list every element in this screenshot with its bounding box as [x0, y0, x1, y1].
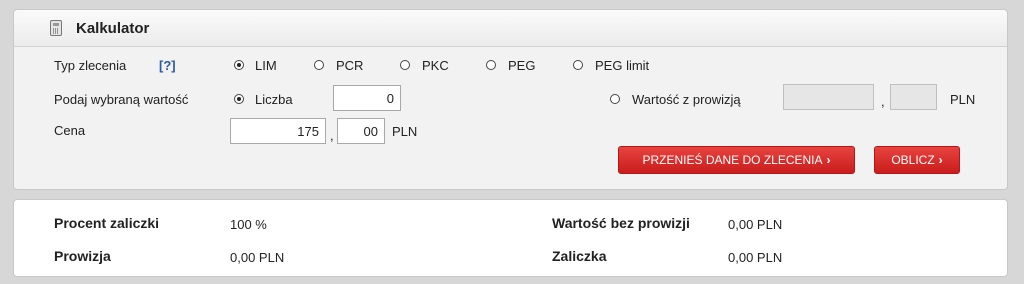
advance-value: 0,00 PLN — [728, 250, 783, 265]
chevron-right-icon: › — [938, 153, 943, 167]
radio-commission-value-label[interactable]: Wartość z prowizją — [632, 92, 741, 107]
commission-separator: , — [881, 94, 885, 109]
radio-commission-value[interactable] — [610, 94, 620, 104]
value-without-commission-value: 0,00 PLN — [728, 217, 783, 232]
advance-percent-label: Procent zaliczki — [54, 215, 160, 231]
radio-order-peg[interactable] — [486, 60, 496, 70]
radio-order-lim[interactable] — [234, 60, 244, 70]
price-int-input[interactable] — [230, 118, 326, 144]
value-label: Podaj wybraną wartość — [54, 92, 189, 107]
radio-order-pcr[interactable] — [314, 60, 324, 70]
price-label: Cena — [54, 123, 86, 138]
radio-order-pkc[interactable] — [400, 60, 410, 70]
value-without-commission-label: Wartość bez prowizji — [552, 215, 690, 231]
calculate-button-label: OBLICZ — [891, 153, 935, 167]
calculator-panel: Kalkulator Typ zlecenia [?] LIM PCR PKC … — [13, 9, 1008, 190]
commission-value: 0,00 PLN — [230, 250, 285, 265]
radio-count[interactable] — [234, 94, 244, 104]
price-dec-input[interactable] — [337, 118, 385, 144]
transfer-to-order-button-label: PRZENIEŚ DANE DO ZLECENIA — [642, 153, 823, 167]
panel-title: Kalkulator — [76, 20, 150, 37]
calculator-icon — [50, 20, 62, 36]
radio-order-lim-label[interactable]: LIM — [255, 58, 277, 73]
transfer-to-order-button[interactable]: PRZENIEŚ DANE DO ZLECENIA › — [618, 146, 855, 174]
chevron-right-icon: › — [826, 153, 831, 167]
price-currency: PLN — [392, 124, 418, 139]
advance-percent-value: 100 % — [230, 217, 267, 232]
advance-label: Zaliczka — [552, 248, 607, 264]
help-link[interactable]: [?] — [159, 58, 176, 73]
panel-header: Kalkulator — [14, 10, 1007, 47]
commission-currency: PLN — [950, 92, 976, 107]
results-panel: Procent zaliczki 100 % Prowizja 0,00 PLN… — [13, 199, 1008, 277]
price-separator: , — [330, 128, 334, 143]
radio-order-peg-limit-label[interactable]: PEG limit — [595, 58, 649, 73]
radio-order-peg-label[interactable]: PEG — [508, 58, 535, 73]
commission-value-dec-input[interactable] — [890, 84, 937, 110]
radio-order-pcr-label[interactable]: PCR — [336, 58, 363, 73]
order-type-label: Typ zlecenia — [54, 58, 127, 73]
radio-count-label[interactable]: Liczba — [255, 92, 293, 107]
commission-label: Prowizja — [54, 248, 111, 264]
commission-value-int-input[interactable] — [783, 84, 874, 110]
radio-order-pkc-label[interactable]: PKC — [422, 58, 449, 73]
calculate-button[interactable]: OBLICZ › — [874, 146, 960, 174]
radio-order-peg-limit[interactable] — [573, 60, 583, 70]
count-input[interactable] — [333, 85, 401, 111]
